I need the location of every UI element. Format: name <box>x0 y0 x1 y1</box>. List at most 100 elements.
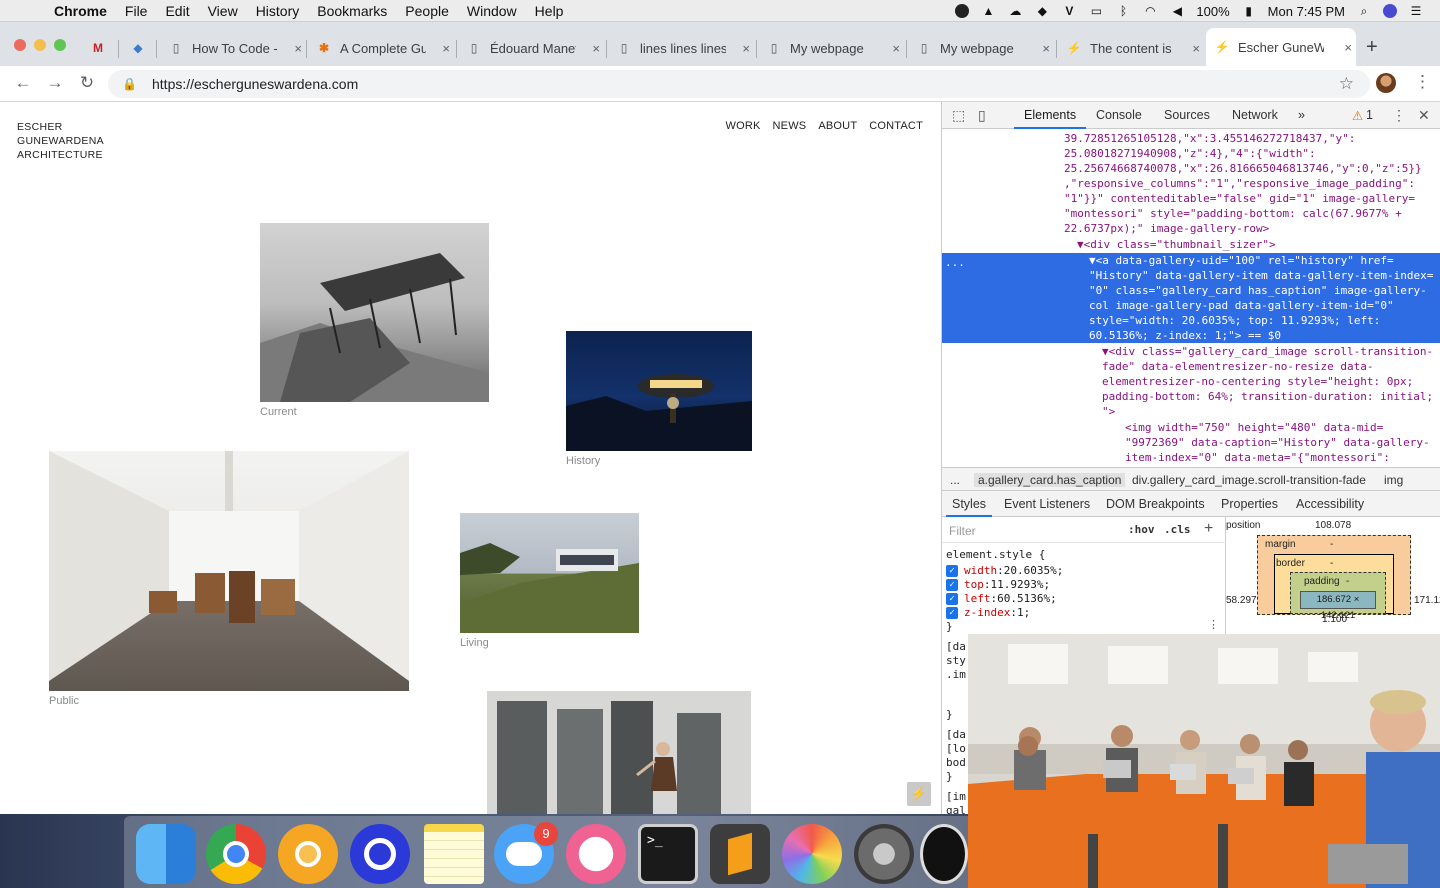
property-value[interactable]: 1; <box>1017 606 1030 619</box>
breadcrumb-img[interactable]: img <box>1384 473 1403 487</box>
tab-lines[interactable]: ▯ lines lines lines × <box>608 34 754 62</box>
menu-file[interactable]: File <box>125 3 148 19</box>
sublime-text-icon[interactable] <box>710 824 770 884</box>
style-property[interactable]: ✓ top: 11.9293%; <box>946 578 1050 591</box>
breadcrumb-div[interactable]: div.gallery_card_image.scroll-transition… <box>1132 473 1366 487</box>
box-model-padding-top[interactable]: - <box>1346 576 1349 587</box>
devtools-tab-network[interactable]: Network <box>1232 108 1278 122</box>
code-line[interactable]: ▼<div class="gallery_card_image scroll-t… <box>1102 344 1433 359</box>
property-value[interactable]: 20.6035%; <box>1004 564 1064 577</box>
code-line-selected[interactable]: style="width: 20.6035%; top: 11.9293%; l… <box>1089 313 1380 328</box>
chrome-icon[interactable] <box>206 824 266 884</box>
code-line-selected[interactable]: "0" class="gallery_card has_caption" ima… <box>1089 283 1427 298</box>
close-devtools-icon[interactable]: ✕ <box>1418 107 1430 124</box>
gallery-card-living[interactable]: Living <box>460 513 639 649</box>
tab-content-is[interactable]: ⚡ The content is × <box>1058 34 1204 62</box>
gallery-card-public[interactable]: Public <box>49 451 409 707</box>
bluetooth-icon[interactable]: ᛒ <box>1115 4 1131 18</box>
hov-toggle[interactable]: :hov <box>1128 523 1155 536</box>
terminal-icon[interactable]: >_ <box>638 824 698 884</box>
devtools-tab-sources[interactable]: Sources <box>1164 108 1210 122</box>
battery-icon[interactable]: ▮ <box>1241 4 1257 18</box>
rule-menu-icon[interactable]: ⋮ <box>1208 618 1219 632</box>
forward-arrow-icon[interactable]: → <box>44 72 66 94</box>
new-style-rule-icon[interactable]: + <box>1204 520 1213 538</box>
back-arrow-icon[interactable]: ← <box>12 72 34 94</box>
property-value[interactable]: 60.5136%; <box>997 592 1057 605</box>
code-line[interactable]: ▼<div class="thumbnail_sizer"> <box>1077 237 1276 252</box>
triangle-icon[interactable]: ▲ <box>980 4 996 18</box>
rule-fragment[interactable]: [da <box>946 640 966 654</box>
box-model-position-top[interactable]: 108.078 <box>1315 520 1351 531</box>
rule-fragment[interactable]: [da <box>946 728 966 742</box>
property-name[interactable]: width <box>964 564 997 577</box>
close-tab-icon[interactable]: × <box>442 41 450 56</box>
devtools-tab-console[interactable]: Console <box>1096 108 1142 122</box>
tab-complete-guide[interactable]: ✱ A Complete Gu × <box>308 34 454 62</box>
device-toolbar-icon[interactable]: ▯ <box>978 107 986 124</box>
tab-my-webpage-1[interactable]: ▯ My webpage × <box>758 34 904 62</box>
nav-news[interactable]: NEWS <box>773 120 807 132</box>
obs-icon[interactable] <box>920 824 968 884</box>
subtab-properties[interactable]: Properties <box>1221 497 1278 511</box>
property-name[interactable]: top <box>964 578 984 591</box>
close-tab-icon[interactable]: × <box>592 41 600 56</box>
dropbox-icon[interactable]: ◆ <box>1034 4 1050 18</box>
box-model-border-top[interactable]: - <box>1330 558 1333 569</box>
code-line-selected[interactable]: col image-gallery-pad data-gallery-item-… <box>1089 298 1394 313</box>
subtab-styles[interactable]: Styles <box>945 497 993 517</box>
chrome-menu-icon[interactable]: ⋮ <box>1414 72 1431 92</box>
menu-view[interactable]: View <box>208 3 238 19</box>
wifi-icon[interactable]: ◠ <box>1142 4 1158 18</box>
gallery-image[interactable] <box>566 331 752 451</box>
code-line-selected[interactable]: 60.5136%; z-index: 1;"> == $0 <box>1089 328 1281 343</box>
box-model-right-value[interactable]: 171.12 <box>1414 595 1440 606</box>
inspect-element-icon[interactable]: ⬚ <box>952 107 965 124</box>
filter-input[interactable]: Filter <box>949 524 976 538</box>
gallery-image[interactable] <box>260 223 489 402</box>
warning-count[interactable]: 1 <box>1366 108 1373 122</box>
bookmark-star-icon[interactable]: ☆ <box>1339 74 1354 94</box>
clock[interactable]: Mon 7:45 PM <box>1268 4 1345 19</box>
tab-my-webpage-2[interactable]: ▯ My webpage × <box>908 34 1054 62</box>
property-checkbox[interactable]: ✓ <box>946 606 958 619</box>
tab-how-to-code[interactable]: ▯ How To Code - × <box>160 34 306 62</box>
property-checkbox[interactable]: ✓ <box>946 592 958 605</box>
menu-help[interactable]: Help <box>535 3 564 19</box>
style-property[interactable]: ✓ width: 20.6035%; <box>946 564 1063 577</box>
itunes-icon[interactable] <box>566 824 626 884</box>
zoom-window-button[interactable] <box>54 39 66 51</box>
site-logo[interactable]: ESCHER GUNEWARDENA ARCHITECTURE <box>17 120 104 162</box>
tab-gmail[interactable]: M <box>82 34 116 62</box>
style-property[interactable]: ✓ z-index: 1; <box>946 606 1030 619</box>
nav-work[interactable]: WORK <box>726 120 761 132</box>
nav-about[interactable]: ABOUT <box>818 120 857 132</box>
profile-avatar[interactable] <box>1376 73 1396 93</box>
warning-icon[interactable]: ⚠ <box>1352 108 1363 123</box>
menu-history[interactable]: History <box>256 3 300 19</box>
menu-app-name[interactable]: Chrome <box>54 3 107 19</box>
gallery-card-dancer[interactable] <box>487 691 751 814</box>
element-style-selector[interactable]: element.style { <box>946 548 1045 562</box>
circle-app-icon[interactable] <box>350 824 410 884</box>
gallery-card-current[interactable]: Current <box>260 223 489 418</box>
lock-icon[interactable]: 🔒 <box>122 77 137 91</box>
cloud-icon[interactable]: ☁ <box>1007 4 1023 18</box>
photos-icon[interactable] <box>782 824 842 884</box>
chrome-canary-icon[interactable] <box>278 824 338 884</box>
devtools-menu-icon[interactable]: ⋮ <box>1392 107 1406 124</box>
tab-pinned[interactable]: ◆ <box>122 34 156 62</box>
notification-center-icon[interactable]: ☰ <box>1408 4 1424 18</box>
close-tab-icon[interactable]: × <box>1344 40 1352 55</box>
menu-window[interactable]: Window <box>467 3 517 19</box>
lightning-icon[interactable]: ⚡ <box>907 782 931 806</box>
close-tab-icon[interactable]: × <box>294 41 302 56</box>
close-window-button[interactable] <box>14 39 26 51</box>
minimize-window-button[interactable] <box>34 39 46 51</box>
tab-edouard-manet[interactable]: ▯ Édouard Manet × <box>458 34 604 62</box>
more-tabs-chevron-icon[interactable]: » <box>1298 108 1305 122</box>
breadcrumb-ellipsis[interactable]: ... <box>950 473 960 487</box>
box-model-content[interactable]: 186.672 × 142.121 <box>1300 591 1376 621</box>
gallery-image[interactable] <box>460 513 639 633</box>
property-name[interactable]: z-index <box>964 606 1010 619</box>
